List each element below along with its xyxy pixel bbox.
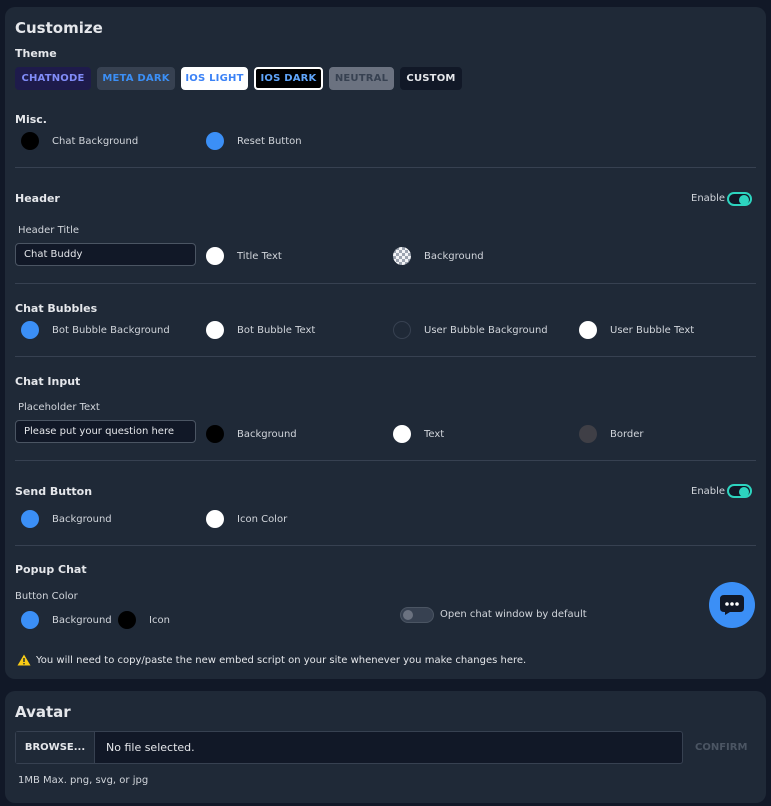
input-border-label: Border <box>610 428 644 440</box>
warning-icon <box>17 654 31 666</box>
user-bubble-background-picker[interactable]: User Bubble Background <box>393 321 548 339</box>
send-background-picker[interactable]: Background <box>21 510 112 528</box>
divider <box>15 167 756 168</box>
send-background-label: Background <box>52 513 112 525</box>
bot-bubble-text-swatch[interactable] <box>206 321 224 339</box>
toggle-knob <box>739 487 749 497</box>
open-by-default-toggle[interactable] <box>400 607 434 623</box>
bot-bubble-text-picker[interactable]: Bot Bubble Text <box>206 321 315 339</box>
input-border-picker[interactable]: Border <box>579 425 644 443</box>
header-enable-toggle[interactable] <box>727 192 752 206</box>
input-background-swatch[interactable] <box>206 425 224 443</box>
theme-label: Theme <box>15 47 57 60</box>
chat-background-label: Chat Background <box>52 135 139 147</box>
popup-icon-label: Icon <box>149 614 170 626</box>
user-bubble-text-swatch[interactable] <box>579 321 597 339</box>
browse-button[interactable]: BROWSE... <box>16 732 95 763</box>
button-color-label: Button Color <box>15 591 78 602</box>
input-background-label: Background <box>237 428 297 440</box>
title-text-swatch[interactable] <box>206 247 224 265</box>
input-background-picker[interactable]: Background <box>206 425 297 443</box>
bot-bubble-background-picker[interactable]: Bot Bubble Background <box>21 321 170 339</box>
open-by-default-label: Open chat window by default <box>440 609 587 620</box>
header-enable-label: Enable <box>691 193 726 204</box>
user-bubble-text-picker[interactable]: User Bubble Text <box>579 321 694 339</box>
popup-icon-picker[interactable]: Icon <box>118 611 170 629</box>
popup-background-label: Background <box>52 614 112 626</box>
popup-background-swatch[interactable] <box>21 611 39 629</box>
header-background-label: Background <box>424 250 484 262</box>
user-bubble-text-label: User Bubble Text <box>610 324 695 336</box>
warning-notice: You will need to copy/paste the new embe… <box>17 654 526 666</box>
send-icon-color-swatch[interactable] <box>206 510 224 528</box>
chat-bubble-icon <box>720 595 744 615</box>
input-text-picker[interactable]: Text <box>393 425 444 443</box>
bot-bubble-background-swatch[interactable] <box>21 321 39 339</box>
divider <box>15 460 756 461</box>
input-text-swatch[interactable] <box>393 425 411 443</box>
chat-bubbles-title: Chat Bubbles <box>15 302 98 315</box>
misc-title: Misc. <box>15 113 47 126</box>
avatar-hint: 1MB Max. png, svg, or jpg <box>18 775 149 786</box>
theme-chatnode-button[interactable]: CHATNODE <box>15 67 91 90</box>
header-title-label: Header Title <box>18 225 80 236</box>
input-text-label: Text <box>424 428 445 440</box>
toggle-knob <box>403 610 413 620</box>
reset-button-picker[interactable]: Reset Button <box>206 132 302 150</box>
customize-title: Customize <box>15 19 103 37</box>
popup-icon-swatch[interactable] <box>118 611 136 629</box>
reset-button-label: Reset Button <box>237 135 302 147</box>
chat-background-swatch[interactable] <box>21 132 39 150</box>
avatar-panel: Avatar BROWSE... No file selected. CONFI… <box>5 691 766 803</box>
customize-panel: Customize Theme CHATNODE META DARK IOS L… <box>5 7 766 679</box>
theme-ios-dark-button[interactable]: IOS DARK <box>254 67 323 90</box>
popup-chat-title: Popup Chat <box>15 563 87 576</box>
send-button-title: Send Button <box>15 485 93 498</box>
send-icon-color-label: Icon Color <box>237 513 288 525</box>
send-background-swatch[interactable] <box>21 510 39 528</box>
toggle-knob <box>739 195 749 205</box>
file-status: No file selected. <box>106 741 195 754</box>
user-bubble-background-label: User Bubble Background <box>424 324 548 336</box>
theme-custom-button[interactable]: CUSTOM <box>400 67 462 90</box>
header-background-picker[interactable]: Background <box>393 247 484 265</box>
title-text-picker[interactable]: Title Text <box>206 247 282 265</box>
confirm-button[interactable]: CONFIRM <box>695 742 747 753</box>
theme-ios-light-button[interactable]: IOS LIGHT <box>181 67 248 90</box>
popup-background-picker[interactable]: Background <box>21 611 112 629</box>
bot-bubble-text-label: Bot Bubble Text <box>237 324 316 336</box>
input-border-swatch[interactable] <box>579 425 597 443</box>
send-enable-label: Enable <box>691 486 726 497</box>
theme-neutral-button[interactable]: NEUTRAL <box>329 67 394 90</box>
divider <box>15 283 756 284</box>
warning-text: You will need to copy/paste the new embe… <box>36 654 527 666</box>
chat-launcher-button[interactable] <box>709 582 755 628</box>
divider <box>15 545 756 546</box>
bot-bubble-background-label: Bot Bubble Background <box>52 324 170 336</box>
title-text-label: Title Text <box>237 250 282 262</box>
placeholder-text-input[interactable]: Please put your question here <box>15 420 196 443</box>
avatar-title: Avatar <box>15 703 71 721</box>
send-enable-toggle[interactable] <box>727 484 752 498</box>
send-icon-color-picker[interactable]: Icon Color <box>206 510 287 528</box>
divider <box>15 356 756 357</box>
theme-meta-dark-button[interactable]: META DARK <box>97 67 175 90</box>
placeholder-text-label: Placeholder Text <box>18 402 100 413</box>
chat-background-picker[interactable]: Chat Background <box>21 132 138 150</box>
header-background-swatch[interactable] <box>393 247 411 265</box>
file-picker[interactable]: BROWSE... No file selected. <box>15 731 683 764</box>
reset-button-swatch[interactable] <box>206 132 224 150</box>
chat-input-title: Chat Input <box>15 375 81 388</box>
header-title-input[interactable]: Chat Buddy <box>15 243 196 266</box>
header-section-title: Header <box>15 192 60 205</box>
user-bubble-background-swatch[interactable] <box>393 321 411 339</box>
